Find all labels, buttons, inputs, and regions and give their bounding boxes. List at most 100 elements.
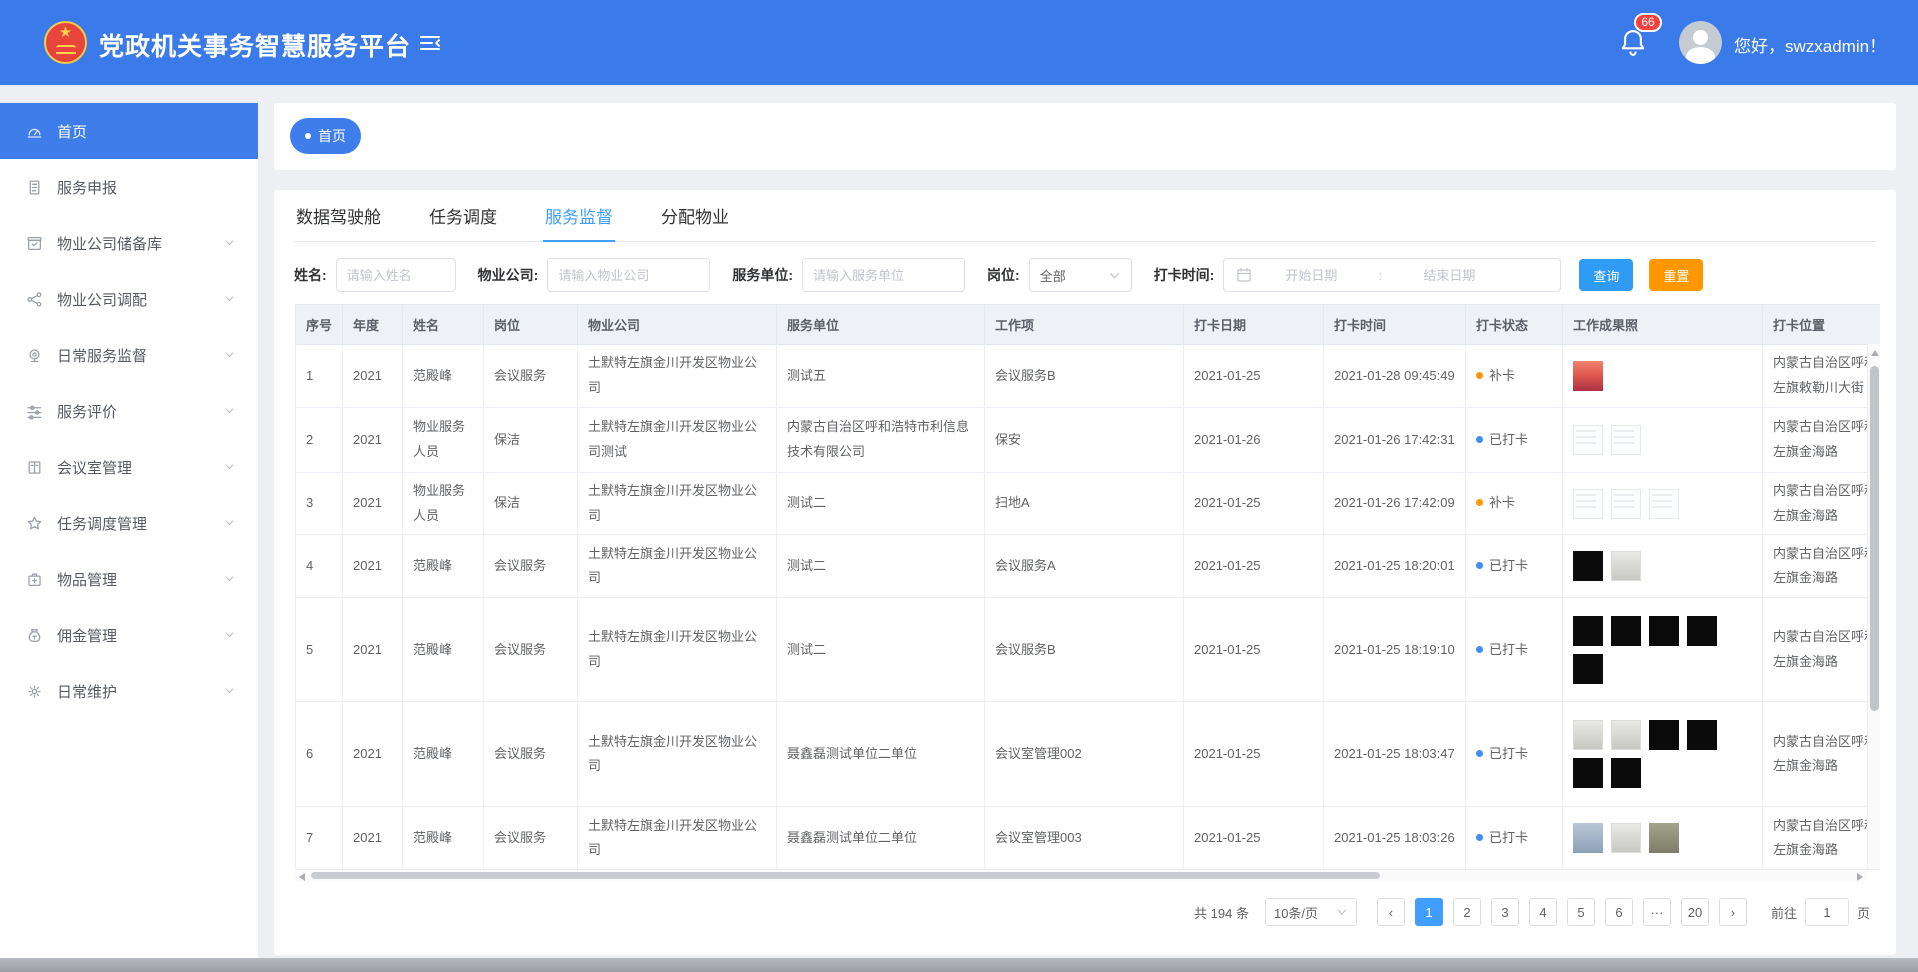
window-bottom-edge <box>0 958 1918 972</box>
work-photo-thumbnail[interactable] <box>1611 823 1641 853</box>
page-ellipsis-button[interactable]: ··· <box>1643 898 1671 926</box>
work-photo-thumbnail[interactable] <box>1573 489 1603 519</box>
page-button-3[interactable]: 3 <box>1491 898 1519 926</box>
sidebar-item-goods-management[interactable]: 物品管理 <box>0 551 258 607</box>
cell-checkin-date: 2021-01-25 <box>1184 473 1324 535</box>
toolbox-icon <box>26 571 43 588</box>
sidebar-item-label: 首页 <box>57 121 87 142</box>
work-photo-thumbnail[interactable] <box>1649 720 1679 750</box>
cell-checkin-time: 2021-01-25 18:03:47 <box>1324 702 1466 807</box>
page-button-5[interactable]: 5 <box>1567 898 1595 926</box>
cell-year: 2021 <box>343 702 403 807</box>
cell-index: 6 <box>296 702 343 807</box>
sidebar-item-service-declare[interactable]: 服务申报 <box>0 159 258 215</box>
work-photo-thumbnail[interactable] <box>1611 425 1641 455</box>
work-photo-thumbnail[interactable] <box>1573 654 1603 684</box>
work-photo-thumbnail[interactable] <box>1649 616 1679 646</box>
prev-page-button[interactable]: ‹ <box>1377 898 1405 926</box>
chevron-down-icon <box>223 573 236 586</box>
chevron-down-icon <box>1336 906 1348 918</box>
work-photo-thumbnail[interactable] <box>1611 758 1641 788</box>
cell-company: 土默特左旗金川开发区物业公司 <box>578 535 777 598</box>
collapse-menu-icon[interactable] <box>418 31 442 55</box>
cell-checkin-status: 已打卡 <box>1466 535 1563 598</box>
work-photo-thumbnail[interactable] <box>1649 489 1679 519</box>
post-filter-value: 全部 <box>1040 266 1066 285</box>
scroll-left-arrow-icon[interactable] <box>299 873 305 881</box>
checkin-time-range-picker[interactable]: : <box>1223 258 1561 292</box>
work-photo-thumbnail[interactable] <box>1611 616 1641 646</box>
cell-checkin-location: 内蒙古自治区呼和左旗敕勒川大街 <box>1763 345 1881 408</box>
work-photo-thumbnail[interactable] <box>1611 720 1641 750</box>
results-table-wrapper: 序号年度姓名岗位物业公司服务单位工作项打卡日期打卡时间打卡状态工作成果照打卡位置… <box>295 304 1880 881</box>
work-photo-thumbnail[interactable] <box>1687 720 1717 750</box>
page-button-20[interactable]: 20 <box>1681 898 1709 926</box>
status-dot-icon <box>1476 834 1483 841</box>
sidebar-item-daily-maintenance[interactable]: 日常维护 <box>0 663 258 719</box>
work-photo-thumbnail[interactable] <box>1649 823 1679 853</box>
sidebar-item-service-evaluation[interactable]: 服务评价 <box>0 383 258 439</box>
scroll-up-arrow-icon[interactable] <box>1871 350 1879 356</box>
cell-name: 物业服务人员 <box>403 408 484 473</box>
sidebar-item-property-company-reserve[interactable]: 物业公司储备库 <box>0 215 258 271</box>
page-button-1[interactable]: 1 <box>1415 898 1443 926</box>
sidebar-item-home[interactable]: 首页 <box>0 103 258 159</box>
sidebar-item-daily-service-supervision[interactable]: 日常服务监督 <box>0 327 258 383</box>
cell-checkin-status: 已打卡 <box>1466 408 1563 473</box>
cell-company: 土默特左旗金川开发区物业公司 <box>578 598 777 702</box>
cell-year: 2021 <box>343 598 403 702</box>
status-dot-icon <box>1476 436 1483 443</box>
horizontal-scrollbar[interactable] <box>295 869 1867 881</box>
tab-data-cockpit[interactable]: 数据驾驶舱 <box>294 200 383 241</box>
cell-checkin-time: 2021-01-25 18:19:10 <box>1324 598 1466 702</box>
vertical-scroll-thumb[interactable] <box>1870 366 1879 711</box>
work-photo-thumbnail[interactable] <box>1611 489 1641 519</box>
goto-page-input[interactable] <box>1805 898 1849 926</box>
work-photo-thumbnail[interactable] <box>1573 361 1603 391</box>
cell-year: 2021 <box>343 535 403 598</box>
next-page-button[interactable]: › <box>1719 898 1747 926</box>
horizontal-scroll-thumb[interactable] <box>311 872 1380 879</box>
end-date-input[interactable] <box>1390 268 1508 283</box>
work-photo-thumbnail[interactable] <box>1573 551 1603 581</box>
page-button-2[interactable]: 2 <box>1453 898 1481 926</box>
cell-checkin-date: 2021-01-25 <box>1184 702 1324 807</box>
sidebar-item-task-dispatch-management[interactable]: 任务调度管理 <box>0 495 258 551</box>
unit-filter-input[interactable] <box>802 258 965 292</box>
page-size-select[interactable]: 10条/页 <box>1265 898 1357 926</box>
scroll-right-arrow-icon[interactable] <box>1857 873 1863 881</box>
cell-name: 物业服务人员 <box>403 473 484 535</box>
reset-button[interactable]: 重置 <box>1649 259 1703 291</box>
page-button-4[interactable]: 4 <box>1529 898 1557 926</box>
webcam-icon <box>26 347 43 364</box>
column-header: 工作成果照 <box>1563 305 1763 345</box>
start-date-input[interactable] <box>1252 268 1370 283</box>
sidebar-item-commission-management[interactable]: 佣金管理 <box>0 607 258 663</box>
page-button-6[interactable]: 6 <box>1605 898 1633 926</box>
sidebar-item-meeting-room-management[interactable]: 会议室管理 <box>0 439 258 495</box>
cell-work-photos <box>1563 345 1763 408</box>
user-avatar[interactable] <box>1679 21 1722 64</box>
breadcrumb-home-tag[interactable]: 首页 <box>290 118 361 154</box>
tab-task-dispatch[interactable]: 任务调度 <box>427 200 499 241</box>
work-photo-thumbnail[interactable] <box>1573 616 1603 646</box>
tab-service-supervision[interactable]: 服务监督 <box>543 200 615 241</box>
work-photo-thumbnail[interactable] <box>1573 823 1603 853</box>
work-photo-thumbnail[interactable] <box>1573 425 1603 455</box>
post-filter-select[interactable]: 全部 <box>1029 258 1132 292</box>
work-photo-thumbnail[interactable] <box>1573 720 1603 750</box>
status-dot-icon <box>1476 499 1483 506</box>
name-filter-input[interactable] <box>336 258 456 292</box>
sidebar-item-label: 服务申报 <box>57 177 117 198</box>
cell-checkin-date: 2021-01-26 <box>1184 408 1324 473</box>
cell-checkin-date: 2021-01-25 <box>1184 345 1324 408</box>
search-button[interactable]: 查询 <box>1579 259 1633 291</box>
tab-assign-property[interactable]: 分配物业 <box>659 200 731 241</box>
work-photo-thumbnail[interactable] <box>1573 758 1603 788</box>
cell-post: 会议服务 <box>484 598 578 702</box>
sidebar-item-property-company-allocate[interactable]: 物业公司调配 <box>0 271 258 327</box>
company-filter-input[interactable] <box>547 258 710 292</box>
vertical-scrollbar[interactable] <box>1867 344 1880 869</box>
work-photo-thumbnail[interactable] <box>1611 551 1641 581</box>
work-photo-thumbnail[interactable] <box>1687 616 1717 646</box>
